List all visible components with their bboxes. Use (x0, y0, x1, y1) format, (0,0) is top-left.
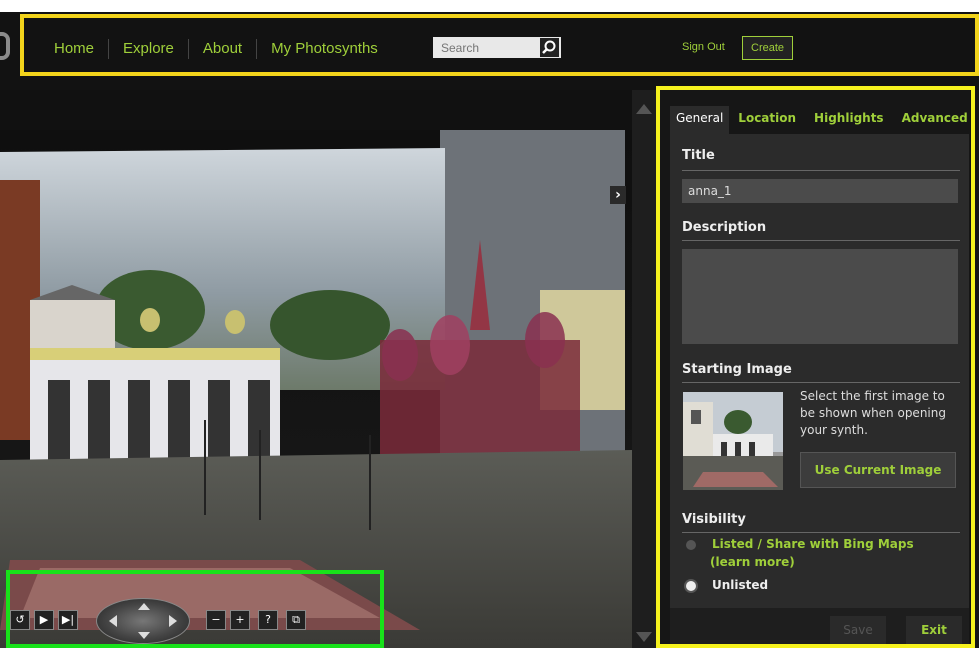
starting-image-thumbnail (683, 392, 783, 490)
tab-highlights[interactable]: Highlights (805, 106, 893, 134)
unlisted-option-label[interactable]: Unlisted (712, 578, 768, 592)
arrow-left-icon[interactable] (109, 615, 117, 627)
divider (682, 170, 960, 171)
navigation-pad[interactable] (96, 598, 190, 644)
viewer-scrollbar[interactable] (632, 90, 656, 648)
fullscreen-icon[interactable]: ⧉ (286, 610, 306, 630)
play-icon[interactable]: ▶ (34, 610, 54, 630)
tab-location[interactable]: Location (729, 106, 805, 134)
tab-advanced[interactable]: Advanced (893, 106, 977, 134)
search-input[interactable] (433, 37, 541, 59)
learn-more-link[interactable]: (learn more) (710, 555, 795, 569)
synth-panorama-image (0, 90, 632, 648)
collapse-panel-button[interactable]: › (610, 186, 626, 204)
rotate-icon[interactable]: ↺ (10, 610, 30, 630)
title-field[interactable] (682, 179, 958, 203)
synth-viewer[interactable]: › (0, 90, 632, 648)
starting-image-heading: Starting Image (682, 362, 792, 377)
next-frame-icon[interactable]: ▶| (58, 610, 78, 630)
general-tab-content: Title Description Starting Image Select … (670, 134, 969, 648)
nav-home[interactable]: Home (40, 39, 110, 59)
divider (682, 240, 960, 241)
search-box (433, 37, 561, 59)
divider (682, 532, 960, 533)
use-current-image-button[interactable]: Use Current Image (800, 452, 956, 488)
sign-out-link[interactable]: Sign Out (682, 41, 725, 53)
arrow-right-icon[interactable] (169, 615, 177, 627)
radio-unlisted[interactable] (686, 581, 696, 591)
zoom-in-icon[interactable]: + (230, 610, 250, 630)
nav-about[interactable]: About (189, 39, 258, 59)
save-button[interactable]: Save (830, 616, 886, 644)
description-field[interactable] (682, 249, 958, 344)
search-icon (542, 40, 556, 54)
synth-settings-panel: General Location Highlights Advanced Tit… (656, 90, 979, 648)
help-icon[interactable]: ? (258, 610, 278, 630)
header-top-strip (0, 0, 979, 12)
search-button[interactable] (540, 38, 559, 57)
tab-general[interactable]: General (670, 106, 730, 134)
arrow-up-icon[interactable] (138, 603, 150, 610)
scroll-up-icon[interactable] (636, 104, 652, 114)
exit-button[interactable]: Exit (906, 616, 962, 644)
arrow-down-icon[interactable] (138, 632, 150, 639)
divider (682, 382, 960, 383)
settings-tabs: General Location Highlights Advanced (670, 106, 977, 134)
nav-my-photosynths[interactable]: My Photosynths (257, 39, 392, 59)
create-button[interactable]: Create (742, 36, 794, 60)
listed-option-label[interactable]: Listed / Share with Bing Maps (712, 537, 914, 551)
visibility-heading: Visibility (682, 512, 746, 527)
panel-footer: Save Exit (670, 608, 969, 648)
main-nav: Home Explore About My Photosynths (40, 38, 392, 60)
radio-listed[interactable] (686, 540, 696, 550)
site-header: Home Explore About My Photosynths Sign O… (0, 0, 979, 90)
nav-explore[interactable]: Explore (109, 39, 189, 59)
title-heading: Title (682, 148, 715, 163)
logo-fragment (0, 26, 10, 66)
scroll-down-icon[interactable] (636, 632, 652, 642)
description-heading: Description (682, 220, 767, 235)
zoom-out-icon[interactable]: − (206, 610, 226, 630)
starting-image-description: Select the first image to be shown when … (800, 389, 946, 437)
